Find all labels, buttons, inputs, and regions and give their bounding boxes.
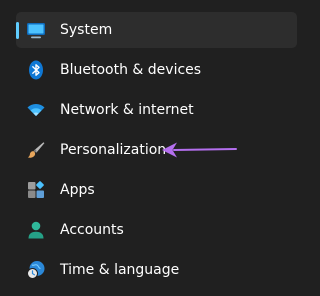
- account-icon: [28, 221, 44, 239]
- nav-item-bluetooth-devices[interactable]: Bluetooth & devices: [16, 52, 297, 88]
- apps-icon: [28, 181, 44, 198]
- nav-item-label: System: [60, 22, 113, 38]
- nav-item-system[interactable]: System: [16, 12, 297, 48]
- nav-item-label: Accounts: [60, 222, 124, 238]
- nav-item-label: Network & internet: [60, 102, 194, 118]
- bluetooth-icon: [29, 60, 43, 80]
- paintbrush-icon: [27, 142, 45, 158]
- wifi-icon: [27, 103, 45, 116]
- nav-item-label: Apps: [60, 182, 95, 198]
- nav-item-label: Time & language: [60, 262, 180, 278]
- selected-indicator: [16, 22, 19, 39]
- nav-item-apps[interactable]: Apps: [16, 172, 297, 208]
- globe-clock-icon: [27, 261, 45, 279]
- settings-sidebar-nav: System Bluetooth & devices Network & int…: [0, 0, 303, 296]
- arrow-left-icon: [162, 142, 237, 158]
- nav-item-label: Bluetooth & devices: [60, 62, 202, 78]
- system-monitor-icon: [27, 23, 45, 39]
- nav-item-label: Personalization: [60, 142, 167, 158]
- nav-item-network-internet[interactable]: Network & internet: [16, 92, 297, 128]
- nav-item-time-language[interactable]: Time & language: [16, 252, 297, 288]
- nav-item-personalization[interactable]: Personalization: [16, 132, 297, 168]
- nav-item-accounts[interactable]: Accounts: [16, 212, 297, 248]
